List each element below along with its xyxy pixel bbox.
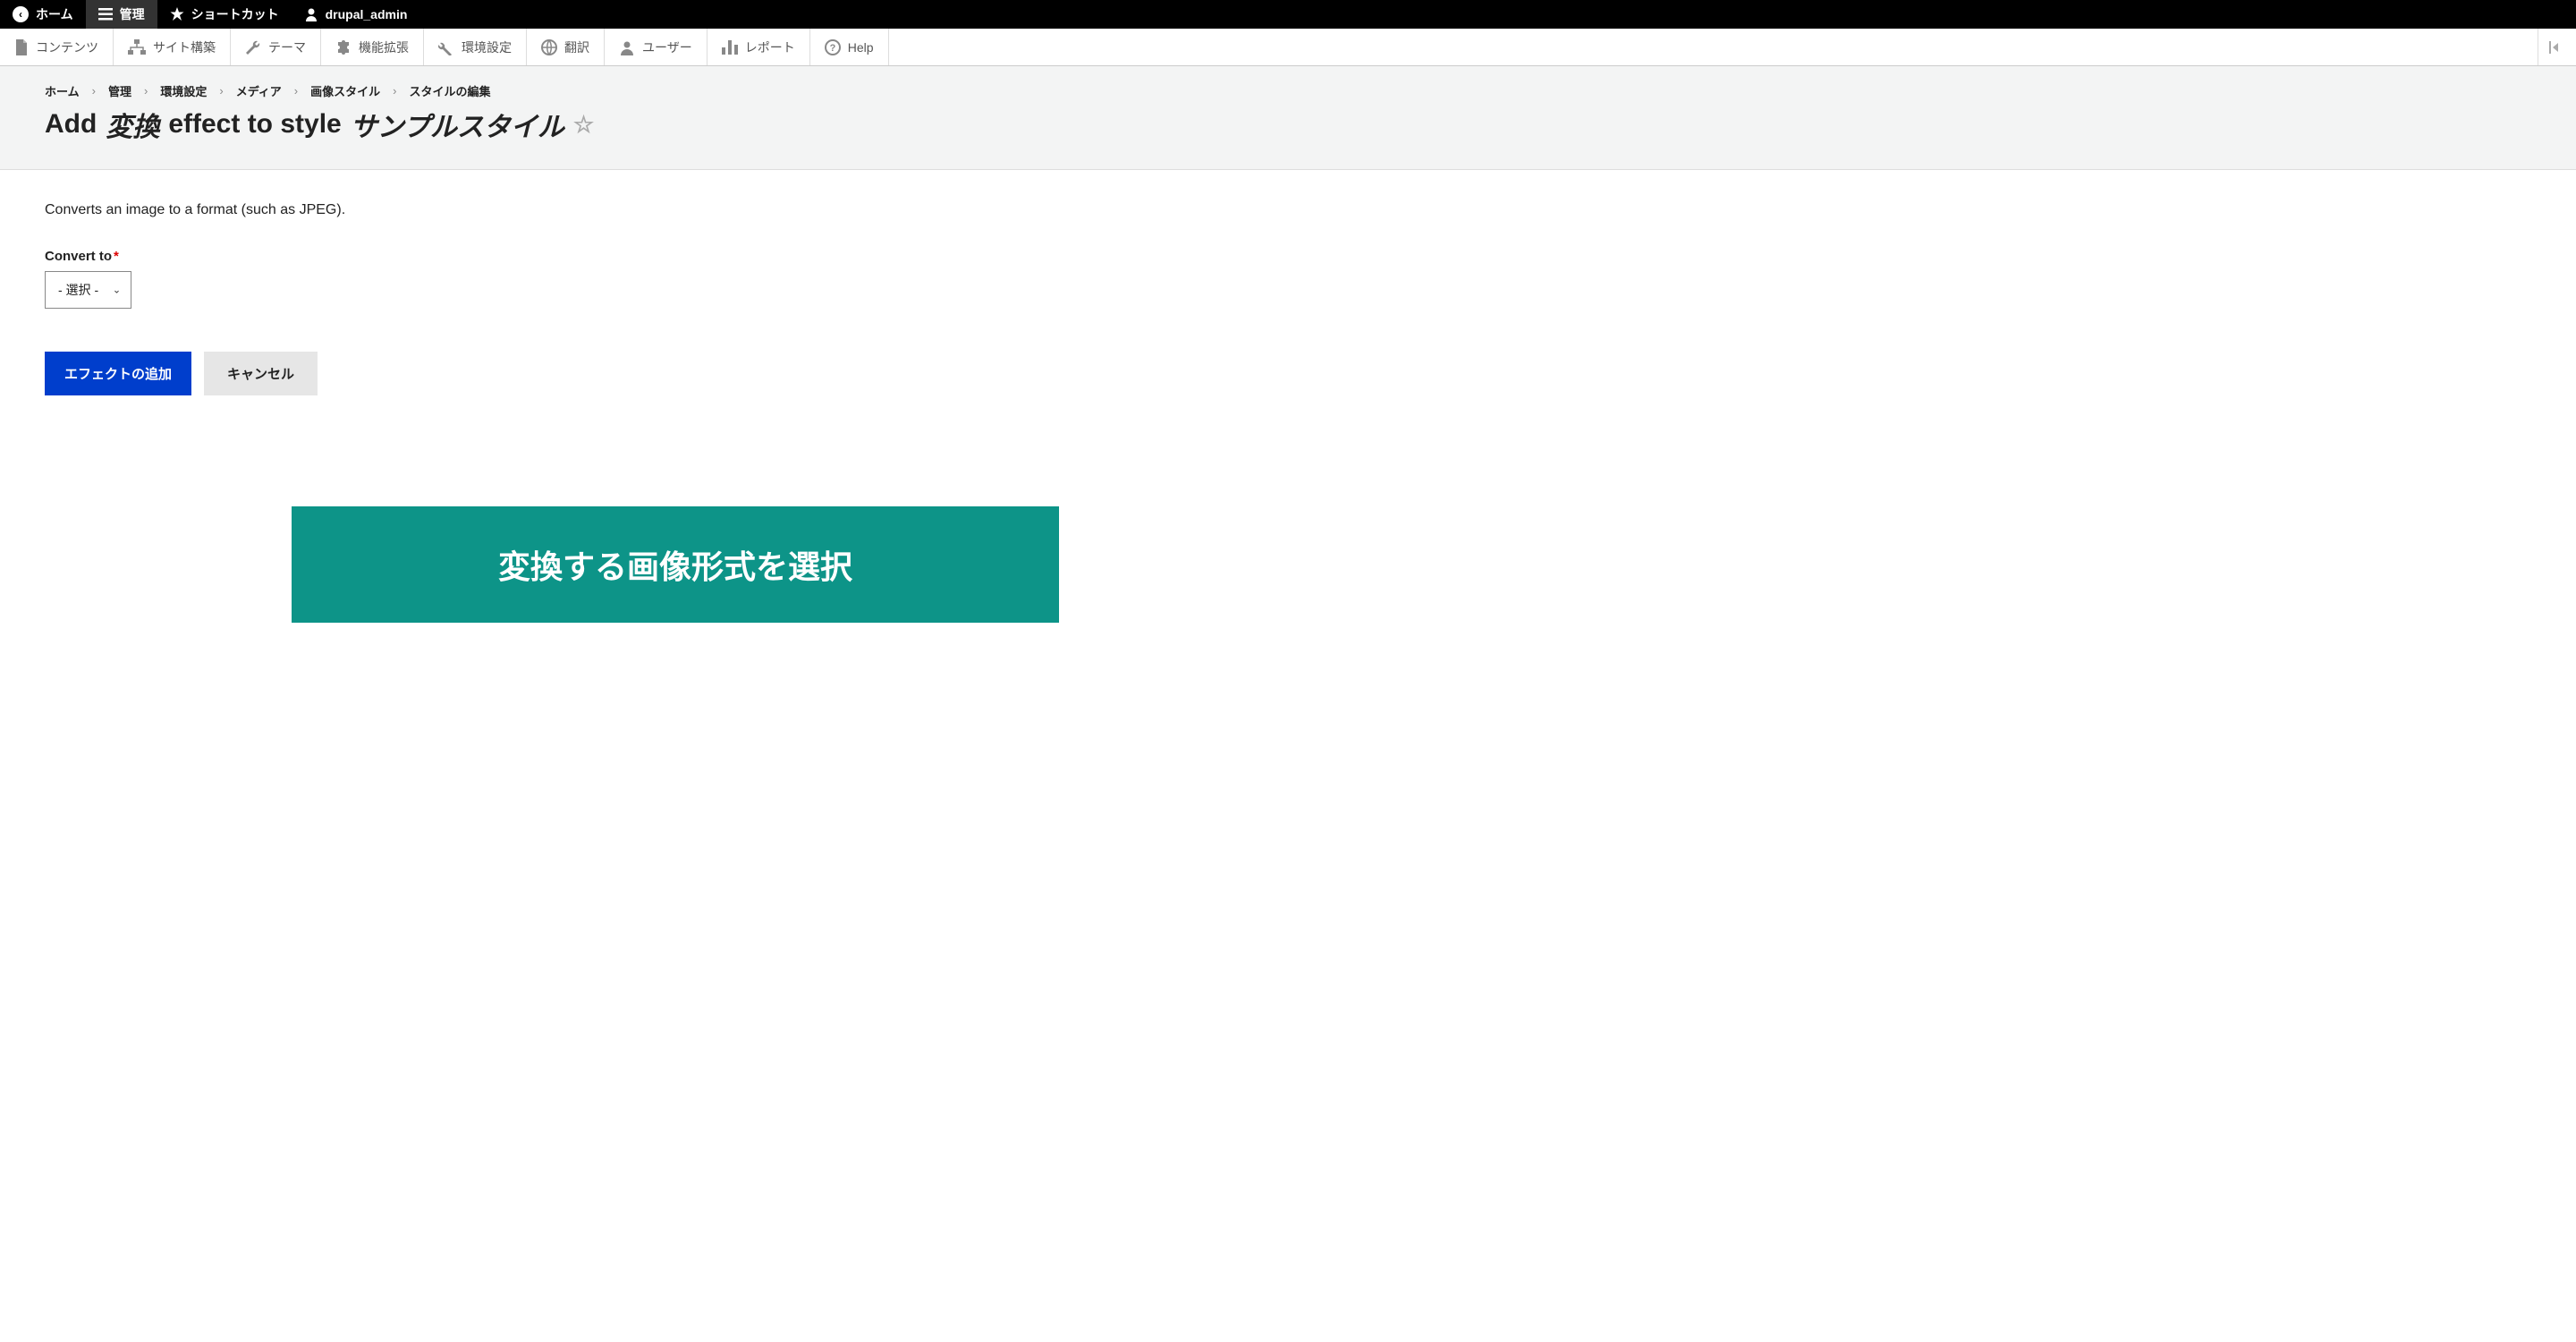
convert-to-select[interactable]: - 選択 - [45, 271, 131, 309]
content-region: Converts an image to a format (such as J… [0, 170, 2576, 428]
admin-label: ユーザー [642, 38, 692, 56]
form-actions: エフェクトの追加 キャンセル [45, 352, 2531, 395]
breadcrumb-config[interactable]: 環境設定 [160, 82, 207, 99]
help-icon: ? [825, 39, 841, 55]
back-icon: ‹ [13, 6, 29, 22]
toolbar-manage-label: 管理 [120, 5, 145, 23]
effect-description: Converts an image to a format (such as J… [45, 202, 2531, 218]
admin-label: Help [848, 40, 874, 55]
title-effect: 変換 [106, 105, 159, 144]
title-mid: effect to style [168, 109, 341, 140]
admin-item-translate[interactable]: 翻訳 [527, 29, 605, 65]
toolbar-user[interactable]: drupal_admin [292, 0, 420, 29]
star-icon [170, 7, 184, 21]
globe-icon [541, 39, 557, 55]
toolbar-manage[interactable]: 管理 [86, 0, 157, 29]
admin-item-config[interactable]: 環境設定 [424, 29, 527, 65]
admin-label: レポート [745, 38, 795, 56]
title-style-name: サンプルスタイル [351, 105, 564, 144]
title-prefix: Add [45, 109, 97, 140]
admin-label: 翻訳 [564, 38, 589, 56]
admin-label: コンテンツ [36, 38, 98, 56]
add-effect-button[interactable]: エフェクトの追加 [45, 352, 191, 395]
toolbar-collapse[interactable] [2538, 29, 2576, 65]
hamburger-icon [98, 8, 113, 21]
wrench-icon [438, 39, 454, 55]
user-icon [619, 39, 635, 55]
convert-to-label: Convert to* [45, 249, 2531, 264]
admin-item-extend[interactable]: 機能拡張 [321, 29, 424, 65]
chart-icon [722, 40, 738, 55]
required-mark: * [114, 249, 119, 264]
collapse-icon [2549, 41, 2565, 54]
admin-item-help[interactable]: ? Help [810, 29, 889, 65]
star-outline-icon[interactable]: ☆ [573, 111, 594, 139]
admin-label: テーマ [268, 38, 306, 56]
toolbar-user-label: drupal_admin [326, 7, 408, 21]
breadcrumb-admin[interactable]: 管理 [108, 82, 131, 99]
document-icon [14, 39, 29, 55]
header-region: ホーム › 管理 › 環境設定 › メディア › 画像スタイル › スタイルの編… [0, 66, 2576, 170]
toolbar-home-label: ホーム [36, 5, 73, 23]
breadcrumb-edit-style[interactable]: スタイルの編集 [409, 82, 490, 99]
admin-label: 機能拡張 [359, 38, 409, 56]
wrench-icon [245, 39, 261, 55]
breadcrumb-home[interactable]: ホーム [45, 82, 80, 99]
toolbar-shortcuts[interactable]: ショートカット [157, 0, 292, 29]
chevron-right-icon: › [294, 84, 298, 98]
annotation-overlay: 変換する画像形式を選択 [292, 506, 1059, 623]
chevron-right-icon: › [219, 84, 223, 98]
chevron-right-icon: › [92, 84, 96, 98]
user-icon [304, 7, 318, 21]
convert-to-select-wrap: - 選択 - ⌄ [45, 271, 131, 309]
admin-item-structure[interactable]: サイト構築 [114, 29, 231, 65]
admin-label: 環境設定 [462, 38, 512, 56]
chevron-right-icon: › [393, 84, 396, 98]
svg-text:?: ? [829, 43, 835, 54]
admin-label: サイト構築 [153, 38, 216, 56]
toolbar-back-home[interactable]: ‹ ホーム [0, 0, 86, 29]
admin-toolbar: コンテンツ サイト構築 テーマ 機能拡張 環境設定 翻訳 ユーザー [0, 29, 2576, 66]
admin-item-content[interactable]: コンテンツ [0, 29, 114, 65]
chevron-right-icon: › [144, 84, 148, 98]
breadcrumb-image-styles[interactable]: 画像スタイル [310, 82, 380, 99]
top-toolbar: ‹ ホーム 管理 ショートカット drupal_admin [0, 0, 2576, 29]
admin-item-people[interactable]: ユーザー [605, 29, 708, 65]
admin-item-reports[interactable]: レポート [708, 29, 810, 65]
breadcrumb-media[interactable]: メディア [236, 82, 282, 99]
structure-icon [128, 39, 146, 55]
puzzle-icon [335, 39, 352, 55]
admin-item-appearance[interactable]: テーマ [231, 29, 321, 65]
cancel-button[interactable]: キャンセル [204, 352, 318, 395]
breadcrumb: ホーム › 管理 › 環境設定 › メディア › 画像スタイル › スタイルの編… [45, 82, 2531, 99]
page-title: Add 変換 effect to style サンプルスタイル ☆ [45, 105, 2531, 144]
toolbar-shortcuts-label: ショートカット [191, 5, 279, 23]
overlay-text: 変換する画像形式を選択 [498, 541, 852, 588]
